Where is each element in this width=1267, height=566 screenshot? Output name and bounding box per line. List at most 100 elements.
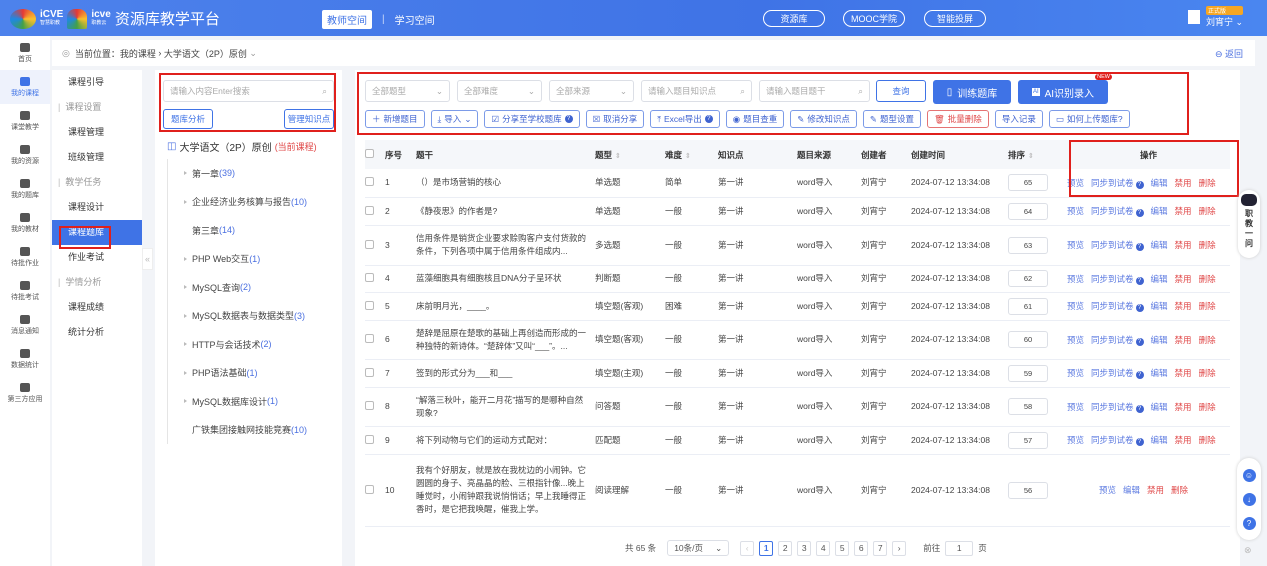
sort-icon[interactable]: ⇕ — [615, 153, 621, 160]
mooc-link[interactable]: MOOC学院 — [843, 10, 905, 27]
delete-link[interactable]: 删除 — [1199, 300, 1216, 312]
preview-link[interactable]: 预览 — [1067, 367, 1084, 379]
disable-link[interactable]: 禁用 — [1175, 300, 1192, 312]
tree-node[interactable]: 广铁集团接触网技能竞赛 (10) — [168, 416, 342, 445]
preview-link[interactable]: 预览 — [1067, 434, 1084, 446]
nav-resource[interactable]: 我的资源 — [0, 138, 50, 172]
help-icon[interactable]: ? — [1135, 209, 1144, 217]
source-select[interactable]: 全部来源 ⌄ — [549, 80, 634, 102]
order-input[interactable]: 57 — [1008, 431, 1048, 449]
disable-link[interactable]: 禁用 — [1175, 205, 1192, 217]
disable-link[interactable]: 禁用 — [1147, 484, 1164, 496]
chevron-down-icon[interactable]: ⌄ — [249, 48, 257, 59]
select-all-checkbox[interactable] — [365, 149, 374, 158]
disable-link[interactable]: 禁用 — [1175, 334, 1192, 346]
help-icon[interactable]: ? — [1135, 276, 1144, 285]
tree-node[interactable]: 企业经济业务核算与报告 (10) — [168, 188, 342, 217]
knowledge-point-input[interactable]: 请输入题目知识点 ⌕ — [641, 80, 752, 102]
edit-link[interactable]: 编辑 — [1151, 300, 1168, 312]
row-checkbox[interactable] — [365, 434, 374, 444]
disable-link[interactable]: 禁用 — [1175, 177, 1192, 189]
preview-link[interactable]: 预览 — [1067, 205, 1084, 217]
delete-link[interactable]: 删除 — [1171, 484, 1188, 496]
back-button[interactable]: ⊖ 返回 — [1215, 47, 1243, 60]
smart-cast-link[interactable]: 智能投屏 — [924, 10, 986, 27]
help-icon[interactable]: ? — [1135, 304, 1144, 312]
tree-node[interactable]: MySQL数据库设计 (1) — [168, 387, 342, 416]
menu-item[interactable]: 作业考试 — [52, 245, 142, 270]
row-checkbox[interactable] — [365, 239, 374, 249]
user-menu[interactable]: 正式版 刘宵宁 ⌄ — [1188, 6, 1244, 28]
edit-link[interactable]: 编辑 — [1151, 434, 1168, 446]
page-5[interactable]: 5 — [835, 540, 850, 556]
caret-right-icon[interactable] — [184, 256, 187, 261]
nav-exam[interactable]: 待批考试 — [0, 274, 50, 308]
tree-node[interactable]: MySQL查询 (2) — [168, 273, 342, 302]
row-checkbox[interactable] — [365, 273, 374, 282]
row-checkbox[interactable] — [365, 205, 374, 215]
sync-to-paper-link[interactable]: 同步到试卷? — [1091, 367, 1144, 379]
toolbar-button-4[interactable]: ⤒ Excel导出? — [650, 110, 720, 128]
help-icon[interactable]: ? — [1135, 438, 1144, 446]
disable-link[interactable]: 禁用 — [1175, 239, 1192, 251]
help-icon[interactable]: ? — [1135, 180, 1144, 189]
row-checkbox[interactable] — [365, 300, 374, 310]
order-input[interactable]: 63 — [1008, 236, 1048, 254]
order-input[interactable]: 62 — [1008, 270, 1048, 287]
order-input[interactable]: 64 — [1008, 202, 1048, 220]
nav-play[interactable]: 课堂教学 — [0, 104, 50, 138]
sync-to-paper-link[interactable]: 同步到试卷? — [1091, 401, 1144, 413]
tree-search-input[interactable]: 请输入内容Enter搜索 ⌕ — [163, 80, 334, 102]
nav-chart[interactable]: 数据统计 — [0, 342, 50, 376]
nav-apps[interactable]: 第三方应用 — [0, 376, 50, 410]
caret-right-icon[interactable] — [184, 313, 187, 318]
sync-to-paper-link[interactable]: 同步到试卷? — [1091, 434, 1144, 446]
toolbar-button-3[interactable]: ☒ 取消分享 — [585, 110, 645, 128]
sort-icon[interactable]: ⇕ — [1028, 153, 1034, 160]
nav-textbook[interactable]: 我的教材 — [0, 206, 50, 240]
disable-link[interactable]: 禁用 — [1175, 367, 1192, 379]
tab-learning-space[interactable]: 学习空间 — [395, 12, 435, 27]
sync-to-paper-link[interactable]: 同步到试卷? — [1091, 239, 1144, 251]
caret-right-icon[interactable] — [184, 199, 187, 204]
order-input[interactable]: 56 — [1008, 481, 1048, 499]
menu-item[interactable]: 课程设计 — [52, 195, 142, 220]
preview-link[interactable]: 预览 — [1067, 239, 1084, 251]
disable-link[interactable]: 禁用 — [1175, 401, 1192, 413]
caret-right-icon[interactable] — [184, 370, 187, 375]
help-icon[interactable]: ? — [1135, 243, 1144, 251]
row-checkbox[interactable] — [365, 177, 374, 187]
preview-link[interactable]: 预览 — [1067, 177, 1084, 189]
delete-link[interactable]: 删除 — [1199, 367, 1216, 379]
edit-link[interactable]: 编辑 — [1151, 401, 1168, 413]
tree-node[interactable]: 第一章 (39) — [168, 159, 342, 188]
bank-analysis-button[interactable]: 题库分析 — [163, 109, 213, 129]
menu-item[interactable]: 课程管理 — [52, 120, 142, 145]
tree-node[interactable]: 第三章 (14) — [168, 216, 342, 245]
customer-service-icon[interactable]: ☺ — [1242, 468, 1256, 482]
caret-right-icon[interactable] — [184, 342, 187, 347]
edit-link[interactable]: 编辑 — [1151, 239, 1168, 251]
order-input[interactable]: 61 — [1008, 297, 1048, 315]
difficulty-select[interactable]: 全部难度 ⌄ — [457, 80, 542, 102]
toolbar-button-6[interactable]: ✎ 修改知识点 — [790, 110, 857, 128]
sync-to-paper-link[interactable]: 同步到试卷? — [1091, 177, 1144, 189]
delete-link[interactable]: 删除 — [1199, 205, 1216, 217]
caret-right-icon[interactable] — [184, 171, 187, 176]
delete-link[interactable]: 删除 — [1199, 273, 1216, 285]
nav-message[interactable]: 消息通知 — [0, 308, 50, 342]
collapse-sidebar-button[interactable]: « — [142, 248, 153, 270]
sort-icon[interactable]: ⇕ — [685, 153, 691, 160]
download-icon[interactable]: ↓ — [1242, 492, 1256, 506]
preview-link[interactable]: 预览 — [1067, 334, 1084, 346]
train-bank-button[interactable]: ▯ 训练题库 — [933, 80, 1011, 104]
delete-link[interactable]: 删除 — [1199, 401, 1216, 413]
assistant-widget[interactable]: 职教一问 — [1238, 190, 1260, 258]
help-icon[interactable]: ? — [1135, 337, 1144, 346]
edit-link[interactable]: 编辑 — [1123, 484, 1140, 496]
nav-home[interactable]: 首页 — [0, 36, 50, 70]
tree-node[interactable]: MySQL数据表与数据类型 (3) — [168, 302, 342, 331]
help-icon[interactable]: ? — [1135, 404, 1144, 413]
menu-item[interactable]: 统计分析 — [52, 320, 142, 345]
delete-link[interactable]: 删除 — [1199, 177, 1216, 189]
